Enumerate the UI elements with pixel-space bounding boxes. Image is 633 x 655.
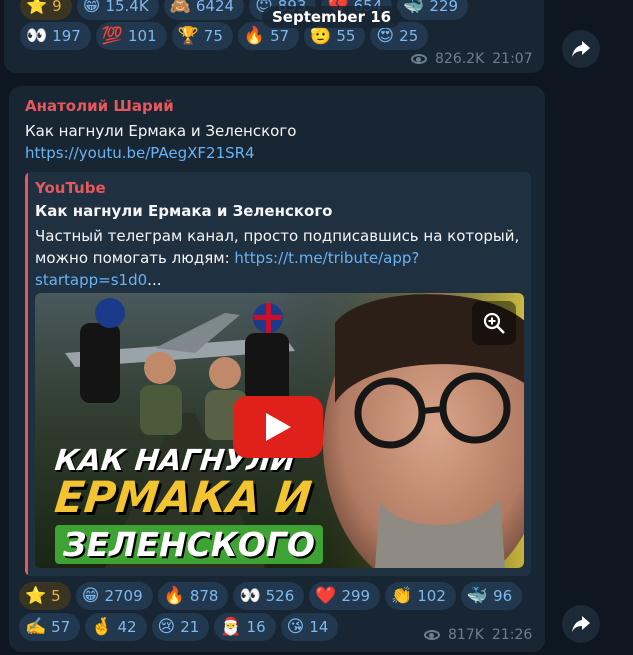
share-button[interactable]	[562, 605, 600, 643]
message-body: Как нагнули Ермака и Зеленского	[25, 122, 297, 140]
reaction-emoji-icon: 🐳	[466, 585, 489, 606]
reaction-chip[interactable]: 🔥 878	[157, 582, 229, 610]
views-icon	[411, 54, 427, 64]
thumbnail-caption: КАК НАГНУЛИ ЕРМАКА И ЗЕЛЕНСКОГО	[52, 443, 355, 564]
play-button[interactable]	[233, 396, 323, 458]
views-count: 817K	[448, 627, 484, 643]
reaction-chip[interactable]: 💯 101	[95, 22, 167, 50]
message-text: Как нагнули Ермака и Зеленского https://…	[25, 120, 296, 164]
reaction-count: 57	[51, 618, 71, 636]
reaction-chip[interactable]: 🐳 96	[460, 582, 523, 610]
share-arrow-icon	[572, 616, 590, 632]
reaction-emoji-icon: 👀	[26, 25, 48, 46]
zoom-in-icon	[483, 312, 505, 334]
reaction-emoji-icon: 🫡	[310, 25, 332, 46]
reaction-count: 21	[180, 618, 200, 636]
reaction-emoji-icon: 🙈	[169, 0, 191, 16]
reaction-emoji-icon: 🤞	[91, 616, 113, 637]
reaction-chip[interactable]: 🐳 229	[397, 0, 469, 20]
reaction-count: 5	[51, 587, 61, 605]
reaction-chip[interactable]: ✍️ 57	[19, 613, 81, 641]
reaction-emoji-icon: 😁	[81, 585, 100, 606]
reaction-count: 101	[127, 27, 157, 45]
reaction-count: 16	[246, 618, 266, 636]
reaction-emoji-icon: ✍️	[25, 616, 47, 637]
reaction-chip[interactable]: 🏆 75	[171, 22, 233, 50]
reaction-chip[interactable]: 😢 21	[151, 613, 210, 641]
reaction-emoji-icon: ⭐	[25, 585, 47, 606]
reaction-chip[interactable]: 🙈 6424	[163, 0, 245, 20]
reaction-count: 526	[265, 587, 295, 605]
views-count: 826.2K	[435, 51, 485, 67]
reaction-count: 96	[493, 587, 513, 605]
reaction-count: 9	[52, 0, 62, 15]
preview-accent-bar	[25, 172, 28, 576]
reaction-chip[interactable]: 👀 197	[20, 22, 91, 50]
reaction-chip[interactable]: 🎅 16	[214, 613, 276, 641]
reaction-chip[interactable]: ⭐ 9	[20, 0, 72, 20]
reaction-emoji-icon: 👀	[239, 585, 261, 606]
reaction-emoji-icon: 🔥	[243, 25, 266, 46]
reaction-emoji-icon: ⭐	[26, 0, 48, 16]
reaction-count: 25	[399, 27, 419, 45]
link-preview[interactable]: YouTube Как нагнули Ермака и Зеленского …	[25, 172, 531, 576]
message-author[interactable]: Анатолий Шарий	[25, 97, 174, 115]
reaction-chip[interactable]: 👏 102	[385, 582, 456, 610]
reaction-emoji-icon: 😢	[157, 616, 176, 637]
thumbnail-text-band: ЗЕЛЕНСКОГО	[55, 525, 323, 564]
play-icon	[266, 413, 291, 441]
message-meta: 826.2K 21:07	[411, 51, 533, 67]
views-icon	[424, 630, 440, 640]
reaction-emoji-icon: 🔥	[163, 585, 185, 606]
message-time: 21:26	[491, 627, 533, 643]
reaction-count: 75	[203, 27, 223, 45]
zoom-button[interactable]	[472, 301, 516, 345]
reaction-count: 102	[417, 587, 446, 605]
reaction-emoji-icon: ❤️	[315, 585, 337, 606]
reaction-count: 197	[52, 27, 81, 45]
reaction-emoji-icon: 😁	[82, 0, 101, 16]
preview-desc-ellipsis: ...	[147, 271, 162, 289]
reaction-chip[interactable]: 😘 14	[280, 613, 339, 641]
reaction-emoji-icon: 😍	[376, 25, 395, 46]
preview-site-name: YouTube	[35, 179, 106, 197]
video-thumbnail[interactable]: КАК НАГНУЛИ ЕРМАКА И ЗЕЛЕНСКОГО	[35, 293, 524, 568]
message-link[interactable]: https://youtu.be/PAegXF21SR4	[25, 142, 296, 164]
reaction-chip[interactable]: ⭐ 5	[19, 582, 71, 610]
reaction-chip[interactable]: ❤️ 299	[309, 582, 381, 610]
share-arrow-icon	[572, 41, 590, 57]
reaction-chip[interactable]: 🤞 42	[85, 613, 147, 641]
thumbnail-text-line2: ЕРМАКА И	[52, 473, 314, 523]
share-button[interactable]	[562, 30, 600, 68]
reaction-count: 229	[429, 0, 459, 15]
reaction-emoji-icon: 👏	[391, 585, 413, 606]
reaction-count: 15.4K	[105, 0, 149, 15]
reactions-row: ✍️ 57 🤞 42 😢 21 🎅 16 😘 14	[19, 613, 339, 641]
reaction-count: 2709	[104, 587, 143, 605]
reaction-count: 6424	[195, 0, 235, 15]
date-separator[interactable]: September 16	[262, 6, 402, 28]
reaction-count: 878	[189, 587, 219, 605]
reaction-chip[interactable]: 😁 15.4K	[76, 0, 159, 20]
reaction-emoji-icon: 🎅	[220, 616, 242, 637]
thumbnail-text-line3: ЗЕЛЕНСКОГО	[63, 525, 315, 564]
reaction-count: 55	[336, 27, 356, 45]
message-time: 21:07	[492, 51, 533, 67]
reaction-count: 57	[270, 27, 290, 45]
reaction-emoji-icon: 💯	[101, 25, 123, 46]
message-meta: 817K 21:26	[424, 627, 532, 643]
reaction-chip[interactable]: 👀 526	[233, 582, 305, 610]
reaction-chip[interactable]: 😁 2709	[75, 582, 153, 610]
reaction-count: 14	[309, 618, 329, 636]
reaction-count: 42	[117, 618, 137, 636]
reaction-count: 299	[341, 587, 371, 605]
reactions-row: ⭐ 5 😁 2709 🔥 878 👀 526 ❤️ 299 👏 102 🐳 96	[19, 582, 523, 610]
reaction-emoji-icon: 🐳	[403, 0, 425, 16]
preview-description: Частный телеграм канал, просто подписавш…	[35, 225, 525, 291]
preview-title: Как нагнули Ермака и Зеленского	[35, 202, 333, 220]
reaction-emoji-icon: 😘	[286, 616, 305, 637]
reaction-emoji-icon: 🏆	[177, 25, 199, 46]
